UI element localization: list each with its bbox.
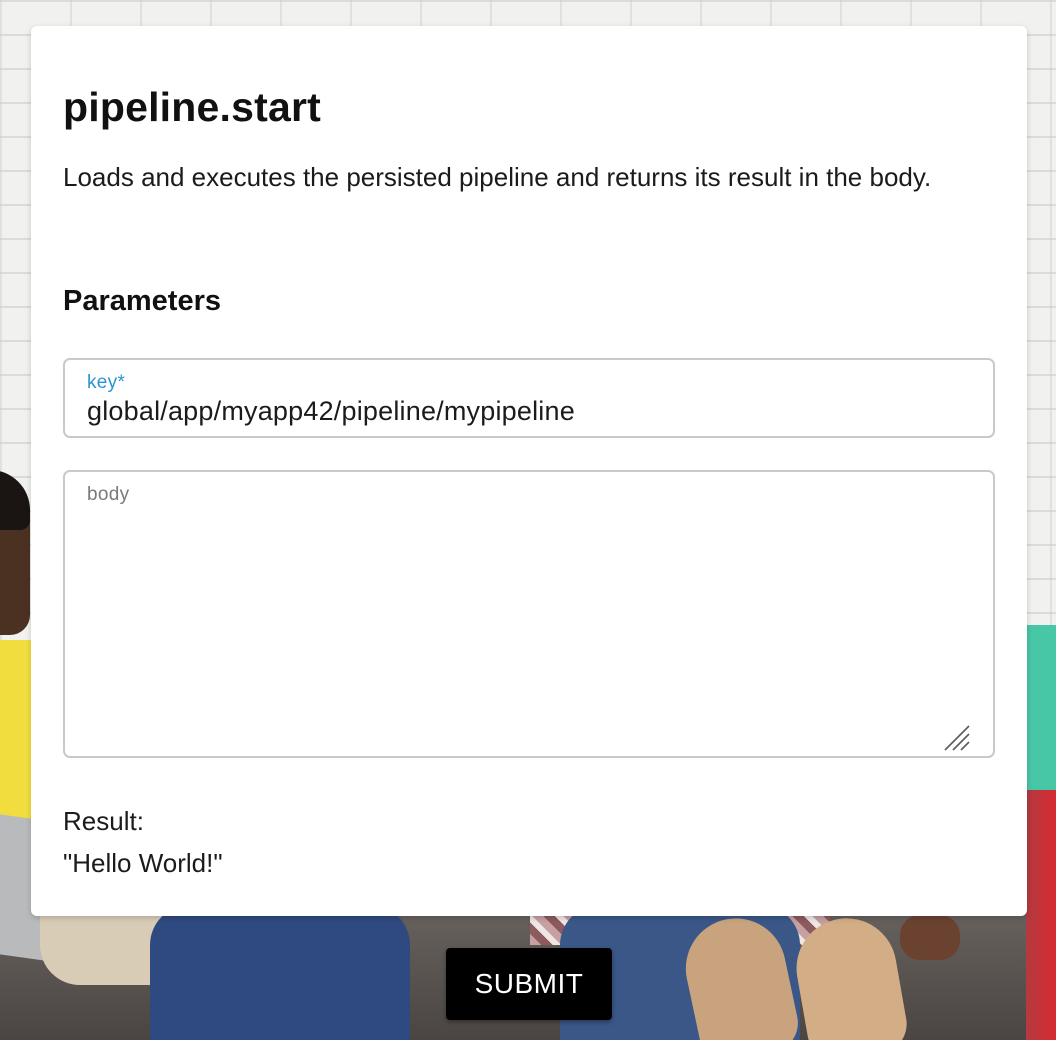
resize-handle-icon[interactable]	[943, 724, 971, 752]
result-value: "Hello World!"	[63, 848, 223, 878]
key-field-value[interactable]: global/app/myapp42/pipeline/mypipeline	[87, 396, 575, 427]
body-textarea[interactable]: body	[63, 470, 995, 758]
result-label: Result:	[63, 806, 144, 836]
submit-button[interactable]: SUBMIT	[446, 948, 612, 1020]
operation-card: pipeline.start Loads and executes the pe…	[31, 26, 1027, 916]
key-field[interactable]: key* global/app/myapp42/pipeline/mypipel…	[63, 358, 995, 438]
hand	[900, 915, 960, 960]
jeans-left	[150, 905, 410, 1040]
operation-description: Loads and executes the persisted pipelin…	[63, 162, 932, 192]
red-clothing	[1026, 790, 1056, 1040]
parameters-heading: Parameters	[63, 285, 221, 317]
operation-title: pipeline.start	[63, 84, 321, 130]
teal-clothing	[1026, 625, 1056, 795]
body-field-label: body	[87, 484, 130, 505]
key-field-label: key*	[87, 372, 126, 393]
